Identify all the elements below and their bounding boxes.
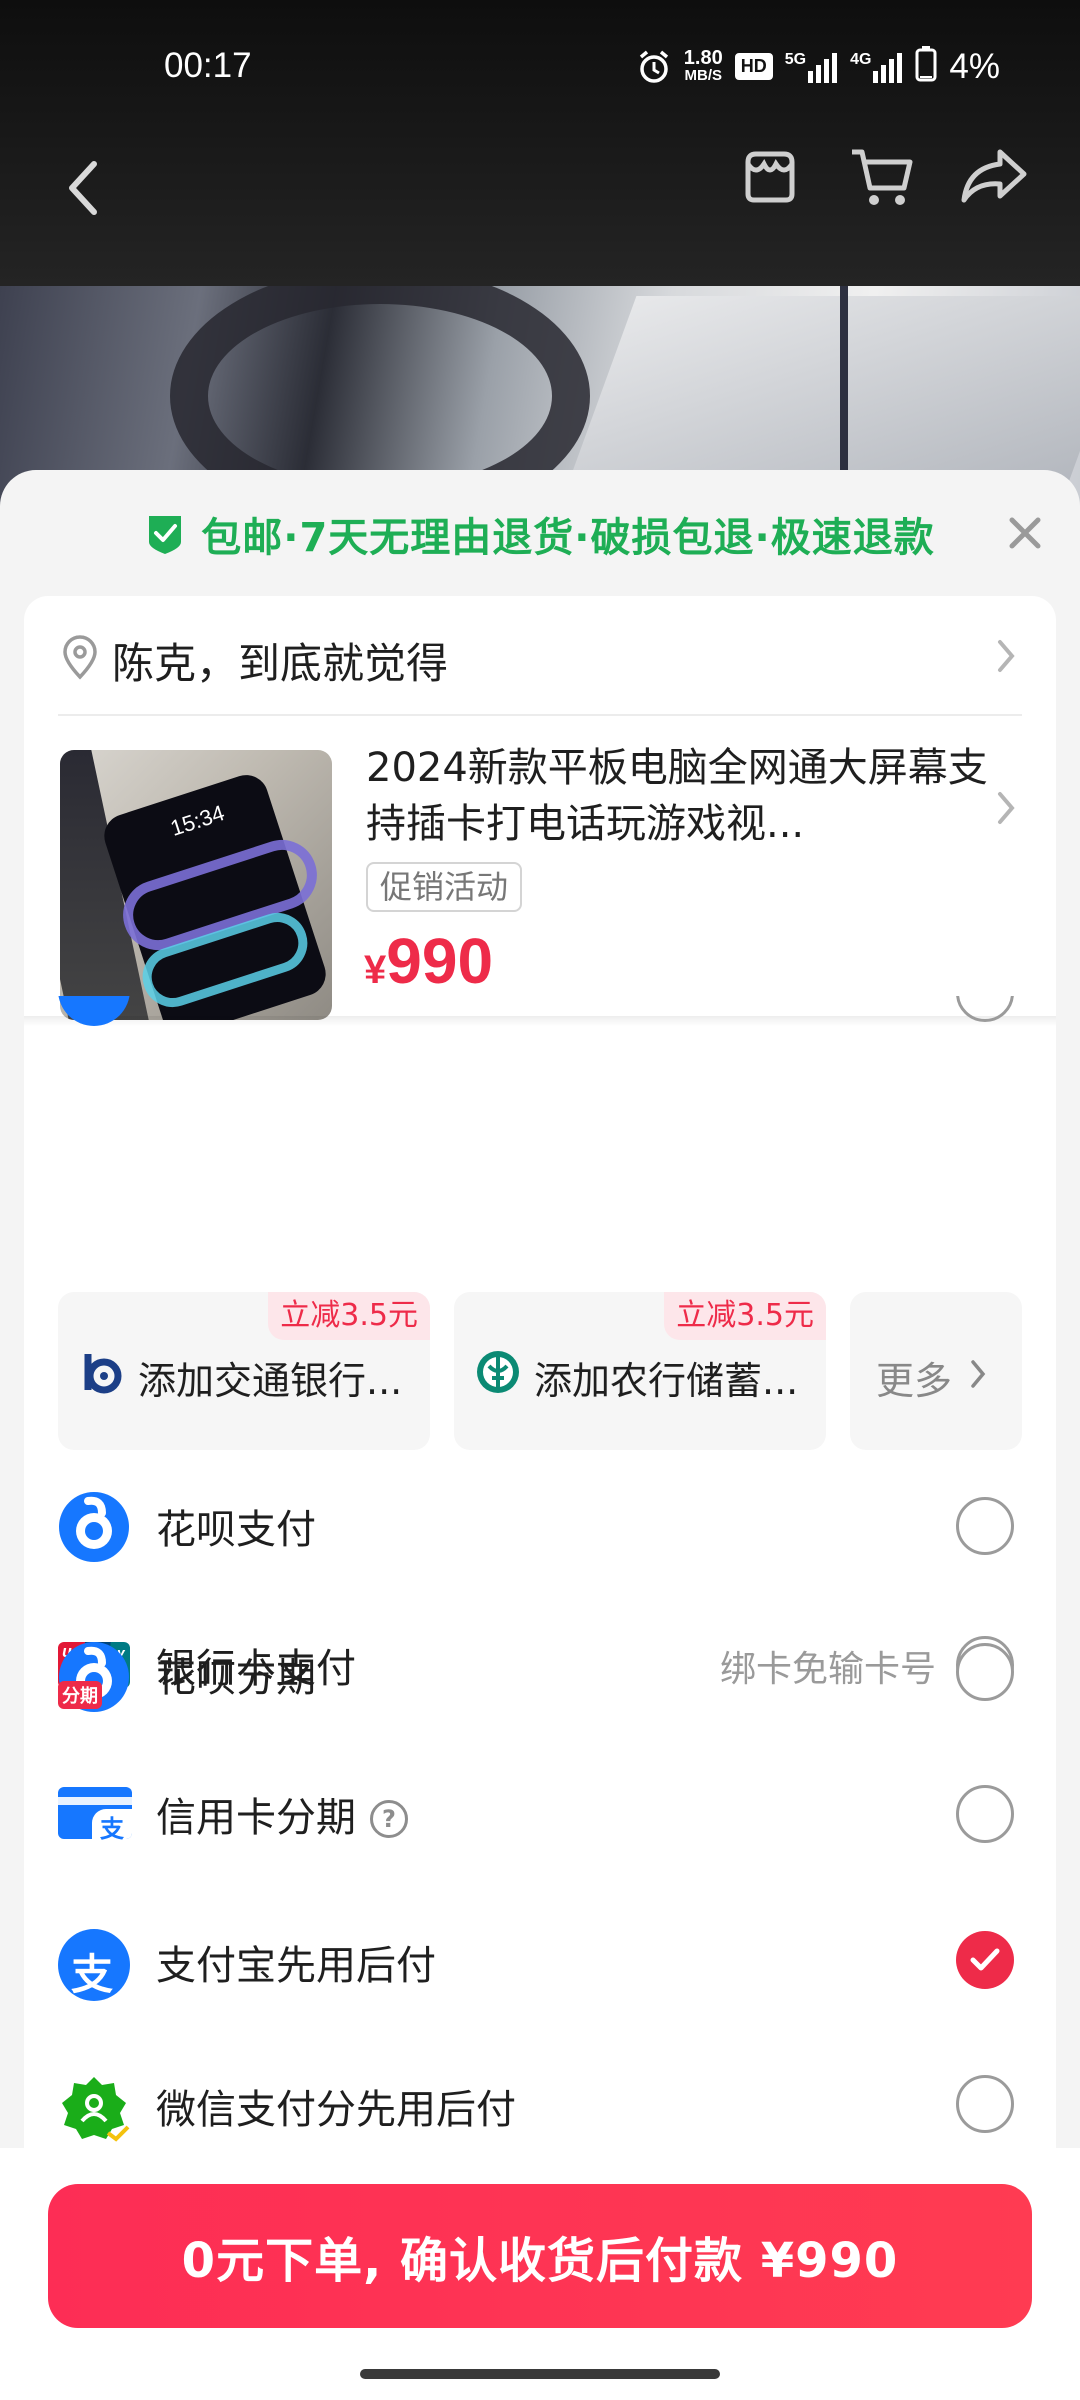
wechat-pay-score-icon	[62, 2077, 130, 2142]
radio-partial	[956, 996, 1014, 1022]
place-order-button[interactable]: 0元下单, 确认收货后付款 ¥990	[48, 2184, 1032, 2328]
bank-chip-bocom[interactable]: 立减3.5元 添加交通银行...	[58, 1292, 430, 1450]
signal-5g-icon: 5G	[785, 51, 838, 83]
share-icon	[961, 149, 1027, 203]
location-pin-icon	[63, 635, 97, 680]
bocom-bank-icon	[84, 1354, 122, 1394]
cart-button[interactable]	[846, 140, 918, 212]
store-button[interactable]	[734, 140, 806, 212]
bank-chip-label: 添加农行储蓄...	[534, 1359, 799, 1403]
product-price: ¥990	[364, 924, 493, 998]
battery-percent: 4%	[949, 46, 1000, 86]
top-nav-bar	[0, 140, 1080, 250]
alipay-icon-char: 支	[71, 1950, 114, 1999]
pay-option-label: 微信支付分先用后付	[156, 2087, 516, 2133]
product-thumbnail: 15:34	[60, 750, 332, 1020]
bank-chip-list: 立减3.5元 添加交通银行... 立减3.5元 添加农行储蓄... 更多	[58, 1292, 1022, 1452]
installment-badge: 分期	[58, 1681, 102, 1709]
battery-icon	[915, 46, 937, 87]
pay-option-label: 花呗分期	[156, 1655, 316, 1701]
status-time: 00:17	[164, 46, 252, 85]
service-guarantee-banner: 包邮·7天无理由退货·破损包退·极速退款	[0, 470, 1080, 598]
pay-option-huabei[interactable]: 花呗支付	[24, 1455, 1056, 1599]
product-title: 2024新款平板电脑全网通大屏幕支持插卡打电话玩游戏视...	[366, 745, 988, 847]
network-speed-unit: MB/S	[684, 66, 723, 84]
radio-button[interactable]	[956, 1497, 1014, 1555]
pay-option-credit-installment[interactable]: 支 信用卡分期?	[24, 1743, 1056, 1887]
chevron-right-icon	[998, 792, 1015, 824]
credit-installment-label: 信用卡分期	[156, 1795, 356, 1841]
shield-check-icon	[149, 516, 182, 554]
network-speed-value: 1.80	[683, 46, 723, 69]
store-icon	[745, 151, 795, 203]
product-summary[interactable]: 15:34 2024新款平板电脑全网通大屏幕支持插卡打电话玩游戏视... 促销活…	[24, 716, 1056, 1020]
hd-label: HD	[740, 56, 767, 76]
status-icons: 1.80 MB/S HD 5G 4G 4%	[636, 46, 1000, 87]
home-indicator[interactable]	[360, 2369, 720, 2379]
huabei-icon	[59, 1492, 129, 1562]
pay-option-label: 信用卡分期?	[156, 1785, 408, 1843]
payment-sheet: 包邮·7天无理由退货·破损包退·极速退款 陈克，到底就觉得 15:34 2024…	[0, 470, 1080, 2400]
bank-chip-label: 添加交通银行...	[138, 1359, 403, 1403]
close-icon	[1009, 517, 1041, 549]
share-button[interactable]	[958, 140, 1030, 212]
guarantee-text: 包邮·7天无理由退货·破损包退·极速退款	[201, 515, 935, 561]
address-row[interactable]: 陈克，到底就觉得	[24, 596, 1056, 714]
hd-icon: HD	[734, 53, 773, 80]
close-button[interactable]	[1000, 508, 1050, 558]
promo-tag: 促销活动	[366, 862, 523, 912]
alipay-row-partial	[58, 996, 130, 1026]
pay-option-label: 支付宝先用后付	[156, 1943, 436, 1989]
signal-4g-icon: 4G	[850, 51, 903, 83]
chevron-right-icon	[971, 1360, 986, 1388]
alipay-icon: 支	[58, 1929, 130, 2001]
cart-icon	[852, 149, 913, 205]
chevron-left-icon	[69, 161, 97, 215]
checkout-footer: 0元下单, 确认收货后付款 ¥990	[0, 2148, 1080, 2400]
pay-option-label: 花呗支付	[156, 1507, 316, 1553]
bank-chip-abc[interactable]: 立减3.5元 添加农行储蓄...	[454, 1292, 826, 1450]
status-bar: 00:17 1.80 MB/S HD 5G 4G 4%	[0, 0, 1080, 140]
radio-button[interactable]	[956, 1785, 1014, 1843]
discount-badge: 立减3.5元	[268, 1292, 430, 1340]
network-speed: 1.80 MB/S	[683, 46, 723, 84]
product-divider-shadow	[24, 1016, 1056, 1026]
signal-4g-label: 4G	[850, 50, 872, 68]
help-icon[interactable]: ?	[370, 1800, 408, 1838]
signal-5g-label: 5G	[784, 50, 807, 68]
radio-button[interactable]	[956, 2075, 1014, 2133]
radio-button[interactable]	[956, 1643, 1014, 1701]
check-icon	[970, 1948, 1000, 1971]
address-text: 陈克，到底就觉得	[112, 639, 449, 688]
back-button[interactable]	[58, 148, 108, 228]
chevron-right-icon	[998, 640, 1015, 672]
credit-card-icon-char: 支	[100, 1815, 124, 1843]
more-banks-button[interactable]: 更多	[850, 1292, 1022, 1450]
credit-card-icon: 支	[58, 1787, 132, 1843]
more-label: 更多	[876, 1359, 953, 1403]
radio-button-selected[interactable]	[956, 1931, 1014, 1989]
huabei-installment-icon: 分期	[58, 1641, 130, 1713]
pay-option-alipay-later[interactable]: 支 支付宝先用后付	[24, 1887, 1056, 2031]
abc-bank-icon	[477, 1351, 519, 1393]
price-value: 990	[386, 925, 494, 997]
discount-badge: 立减3.5元	[664, 1292, 826, 1340]
pay-option-huabei-installment[interactable]: 分期 花呗分期	[24, 1599, 1056, 1743]
alarm-icon	[636, 49, 672, 85]
currency-symbol: ¥	[364, 948, 387, 992]
